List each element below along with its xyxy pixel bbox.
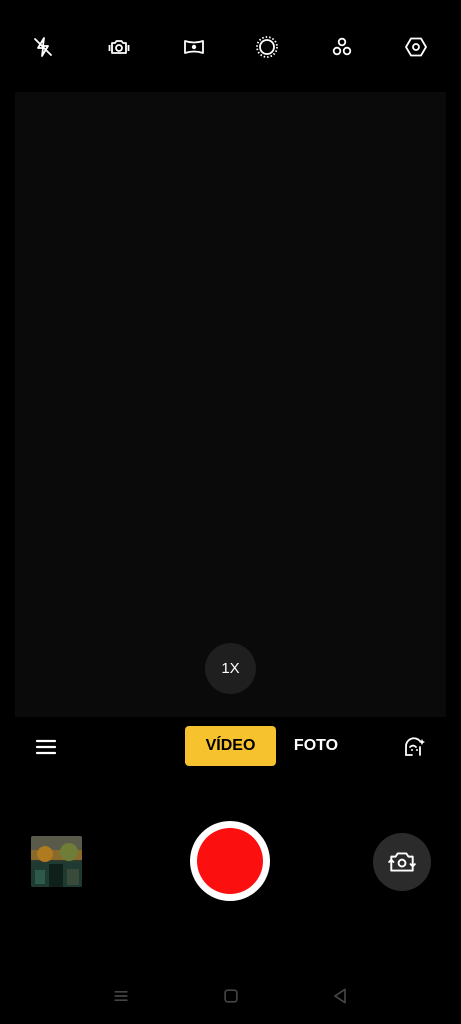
record-button[interactable] [190, 821, 270, 901]
live-photo-icon[interactable] [102, 30, 136, 64]
beauty-face-icon[interactable] [398, 732, 432, 764]
flash-off-icon[interactable] [26, 30, 60, 64]
switch-camera-icon [388, 852, 416, 872]
mode-photo-label: FOTO [293, 737, 339, 754]
home-icon[interactable] [219, 984, 243, 1008]
filter-circle-icon[interactable] [250, 30, 284, 64]
mode-video-label: VÍDEO [205, 737, 256, 754]
capture-controls [0, 815, 461, 915]
recents-icon[interactable] [109, 984, 133, 1008]
hamburger-icon[interactable] [30, 732, 62, 762]
system-nav-bar [0, 968, 461, 1024]
top-toolbar [0, 0, 461, 92]
zoom-button[interactable]: 1X [205, 643, 256, 694]
mode-selector: VÍDEO FOTO [0, 722, 461, 772]
switch-camera-button[interactable] [373, 833, 431, 891]
record-indicator [197, 828, 263, 894]
settings-icon[interactable] [399, 30, 433, 64]
mode-video-tab[interactable]: VÍDEO [185, 726, 276, 766]
effects-icon[interactable] [325, 30, 359, 64]
panorama-icon[interactable] [177, 30, 211, 64]
gallery-thumbnail[interactable] [31, 836, 82, 887]
back-icon[interactable] [328, 984, 352, 1008]
mode-photo-tab[interactable]: FOTO [284, 726, 348, 766]
camera-viewfinder[interactable] [15, 92, 446, 717]
zoom-label: 1X [221, 660, 240, 677]
